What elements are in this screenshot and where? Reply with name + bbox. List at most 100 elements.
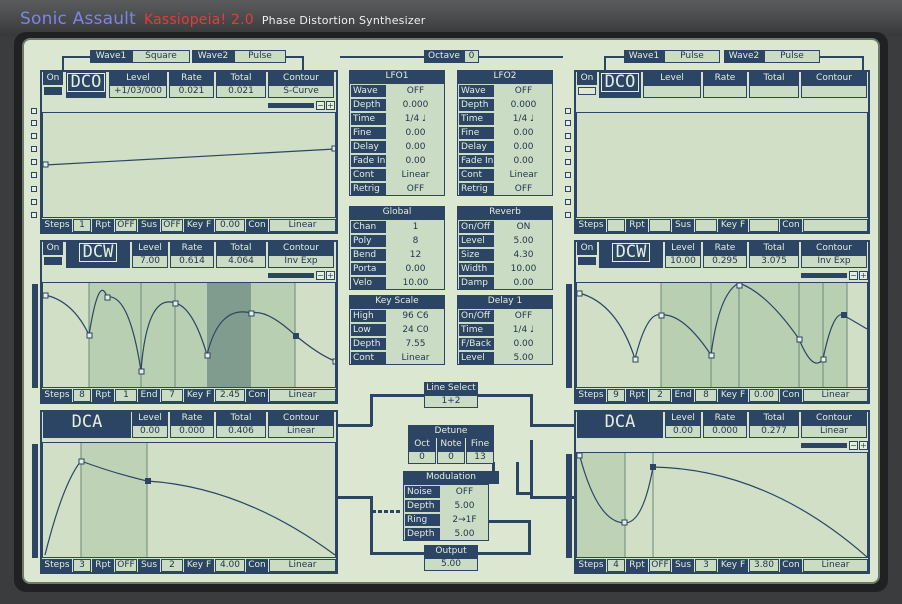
lfo2-param-value[interactable]: Linear	[496, 169, 551, 181]
reverb-param-value[interactable]: 4.30	[496, 249, 551, 261]
right-dco-rate-value[interactable]	[703, 85, 747, 98]
lfo2-param-value[interactable]: OFF	[496, 183, 551, 195]
lfo2-param-value[interactable]: 1/4 ♩	[496, 113, 551, 125]
right-dco-contour-value[interactable]	[801, 85, 867, 98]
keyscale-param-value[interactable]: 24 C0	[388, 324, 443, 336]
left-dca-sus-value[interactable]: 2	[161, 559, 183, 572]
detune-fine-value[interactable]: 13	[466, 451, 494, 464]
right-dco-step-select[interactable]	[565, 146, 571, 152]
right-dco-level-value[interactable]	[643, 85, 701, 98]
right-dcw-steps-value[interactable]: 9	[607, 389, 625, 402]
lfo1-param-value[interactable]: 0.000	[388, 99, 443, 111]
left-dcw-zoom-in[interactable]: +	[326, 271, 335, 280]
right-dca-envelope-graph[interactable]	[576, 452, 868, 558]
right-dca-con-value[interactable]: Linear	[803, 559, 868, 572]
left-dco-total-value[interactable]: 0.021	[216, 85, 266, 98]
left-dcw-steps-value[interactable]: 8	[73, 389, 91, 402]
left-dca-rate-value[interactable]: 0.000	[170, 425, 214, 438]
left-dca-keyf-value[interactable]: 4.00	[215, 559, 245, 572]
left-dcw-contour-value[interactable]: Inv Exp	[268, 255, 334, 268]
right-dco-rpt-value[interactable]	[649, 219, 671, 232]
detune-oct-value[interactable]: 0	[408, 451, 436, 464]
right-dca-zoom-bar[interactable]	[801, 443, 847, 448]
right-dcw-end-value[interactable]: 8	[695, 389, 717, 402]
right-dco-step-select[interactable]	[565, 172, 571, 178]
reverb-param-value[interactable]: 10.00	[496, 263, 551, 275]
right-dco-steps-value[interactable]	[607, 219, 625, 232]
right-dco-envelope-graph[interactable]	[576, 112, 868, 218]
left-dca-steps-value[interactable]: 3	[73, 559, 91, 572]
right-dcw-on-toggle[interactable]	[578, 257, 596, 265]
right-dco-step-select[interactable]	[565, 108, 571, 114]
left-dcw-end-value[interactable]: 7	[161, 389, 183, 402]
right-dco-step-select[interactable]	[565, 199, 571, 205]
right-dca-level-value[interactable]: 0.00	[665, 425, 701, 438]
left-dcw-level-value[interactable]: 7.00	[132, 255, 168, 268]
right-dcw-con-value[interactable]: Linear	[803, 389, 868, 402]
lfo1-param-value[interactable]: 0.00	[388, 127, 443, 139]
right-dcw-contour-value[interactable]: Inv Exp	[801, 255, 867, 268]
left-dco-step-select[interactable]	[31, 108, 37, 114]
left-dca-envelope-graph[interactable]	[42, 442, 336, 558]
right-dco-step-select[interactable]	[565, 133, 571, 139]
left-dca-vertical-slider[interactable]	[32, 444, 38, 558]
left-dcw-envelope-graph[interactable]	[42, 282, 336, 388]
left-dca-contour-value[interactable]: Linear	[268, 425, 334, 438]
left-dco-step-select[interactable]	[31, 186, 37, 192]
right-dcw-total-value[interactable]: 3.075	[749, 255, 799, 268]
right-dca-zoom-out[interactable]: −	[849, 441, 858, 450]
left-dco-contour-value[interactable]: S-Curve	[268, 85, 334, 98]
left-dcw-rate-value[interactable]: 0.614	[170, 255, 214, 268]
lfo2-param-value[interactable]: 0.00	[496, 127, 551, 139]
right-dco-step-select[interactable]	[565, 159, 571, 165]
left-dca-total-value[interactable]: 0.406	[216, 425, 266, 438]
left-dco-sus-value[interactable]: OFF	[161, 219, 183, 232]
lfo2-param-value[interactable]: 0.00	[496, 141, 551, 153]
right-dca-rate-value[interactable]: 0.000	[703, 425, 747, 438]
right-dco-step-select[interactable]	[565, 120, 571, 126]
left-dcw-on-toggle[interactable]	[44, 257, 62, 265]
global-param-value[interactable]: 10.00	[388, 277, 443, 289]
left-dco-steps-value[interactable]: 1	[73, 219, 91, 232]
left-dco-keyf-value[interactable]: 0.00	[215, 219, 245, 232]
left-dco-step-select[interactable]	[31, 159, 37, 165]
delay1-param-value[interactable]: OFF	[496, 310, 551, 322]
left-dco-step-select[interactable]	[31, 146, 37, 152]
left-dco-con-value[interactable]: Linear	[269, 219, 336, 232]
right-dco-keyf-value[interactable]	[749, 219, 779, 232]
lfo2-param-value[interactable]: OFF	[496, 85, 551, 97]
left-dco-zoom-bar[interactable]	[268, 103, 314, 108]
right-dco-total-value[interactable]	[749, 85, 799, 98]
left-dco-step-select[interactable]	[31, 212, 37, 218]
right-dco-on-toggle[interactable]	[578, 87, 596, 95]
left-dcw-total-value[interactable]: 4.064	[216, 255, 266, 268]
left-dco-step-select[interactable]	[31, 199, 37, 205]
modulation-param-value[interactable]: OFF	[442, 486, 487, 498]
left-dcw-con-value[interactable]: Linear	[269, 389, 336, 402]
left-dca-level-value[interactable]: 0.00	[132, 425, 168, 438]
left-dco-zoom-in[interactable]: +	[326, 101, 335, 110]
right-dcw-rate-value[interactable]: 0.295	[703, 255, 747, 268]
left-dcw-rpt-value[interactable]: 1	[115, 389, 137, 402]
right-dcw-keyf-value[interactable]: 0.00	[749, 389, 779, 402]
lfo1-param-value[interactable]: Linear	[388, 169, 443, 181]
right-dco-step-select[interactable]	[565, 212, 571, 218]
left-dco-step-select[interactable]	[31, 133, 37, 139]
lfo1-param-value[interactable]: 0.00	[388, 141, 443, 153]
delay1-param-value[interactable]: 0.00	[496, 338, 551, 350]
delay1-param-value[interactable]: 1/4 ♩	[496, 324, 551, 336]
modulation-param-value[interactable]: 5.00	[442, 500, 487, 512]
right-dcw-rpt-value[interactable]: 2	[649, 389, 671, 402]
right-dca-zoom-in[interactable]: +	[859, 441, 868, 450]
reverb-param-value[interactable]: ON	[496, 221, 551, 233]
left-dco-step-select[interactable]	[31, 172, 37, 178]
right-dcw-level-value[interactable]: 10.00	[665, 255, 701, 268]
global-param-value[interactable]: 1	[388, 221, 443, 233]
right-dco-sus-value[interactable]	[695, 219, 717, 232]
detune-note-value[interactable]: 0	[437, 451, 465, 464]
left-dca-con-value[interactable]: Linear	[269, 559, 336, 572]
lfo2-param-value[interactable]: 0.00	[496, 155, 551, 167]
left-wave2-select[interactable]: Pulse	[234, 50, 286, 63]
right-dca-sus-value[interactable]: 3	[695, 559, 717, 572]
left-dco-rpt-value[interactable]: OFF	[115, 219, 137, 232]
